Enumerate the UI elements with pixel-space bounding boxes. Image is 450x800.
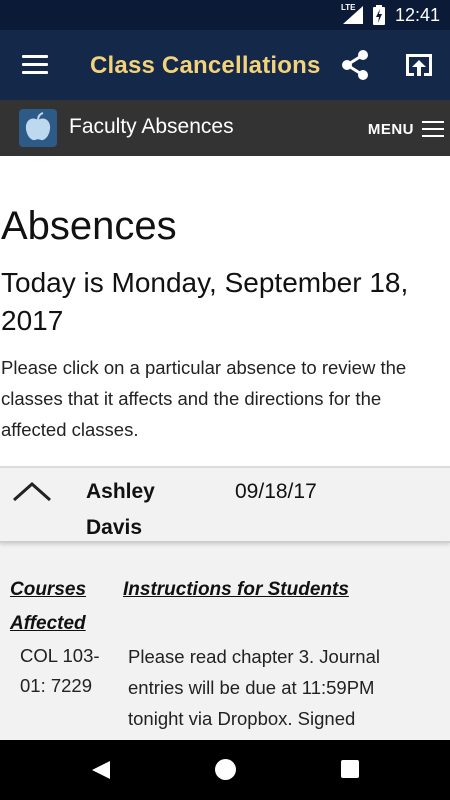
menu-lines-icon xyxy=(422,116,444,142)
courses-affected-header: Courses Affected xyxy=(10,579,87,634)
menu-label: MENU xyxy=(367,120,414,138)
status-bar: LTE 12:41 xyxy=(0,0,450,30)
intro-text: Please click on a particular absence to … xyxy=(1,357,407,440)
menu-icon[interactable] xyxy=(22,55,48,75)
today-date: Today is Monday, September 18, 2017 xyxy=(1,267,409,336)
course-instructions: Please read chapter 3. Journal entries w… xyxy=(128,646,380,729)
network-type: LTE xyxy=(340,3,356,12)
home-icon[interactable] xyxy=(215,759,236,780)
instructions-header: Instructions for Students xyxy=(123,579,349,600)
section-title: Faculty Absences xyxy=(69,115,234,138)
main-content: Absences Today is Monday, September 18, … xyxy=(0,156,450,740)
apple-logo-icon xyxy=(19,109,57,147)
faculty-absences-header: Faculty Absences MENU xyxy=(0,100,450,156)
back-icon[interactable] xyxy=(90,759,112,781)
chevron-up-icon[interactable] xyxy=(12,480,52,504)
faculty-name: Ashley Davis xyxy=(86,480,155,539)
menu-button[interactable]: MENU xyxy=(368,116,444,142)
course-code: COL 103-01: 7229 xyxy=(20,645,100,696)
navigation-bar xyxy=(0,740,450,800)
absence-panel: Ashley Davis 09/18/17 Courses Affected I… xyxy=(0,466,450,740)
app-bar: Class Cancellations xyxy=(0,30,450,100)
page-title: Absences xyxy=(1,204,177,248)
recents-icon[interactable] xyxy=(341,760,359,778)
share-icon[interactable] xyxy=(338,48,372,82)
signal-icon: LTE xyxy=(340,3,363,24)
open-in-browser-icon[interactable] xyxy=(402,48,436,82)
app-title: Class Cancellations xyxy=(90,52,321,79)
battery-charging-icon xyxy=(372,5,385,25)
status-time: 12:41 xyxy=(394,4,440,25)
absence-date: 09/18/17 xyxy=(235,480,317,503)
absence-row[interactable]: Ashley Davis 09/18/17 xyxy=(0,466,450,543)
